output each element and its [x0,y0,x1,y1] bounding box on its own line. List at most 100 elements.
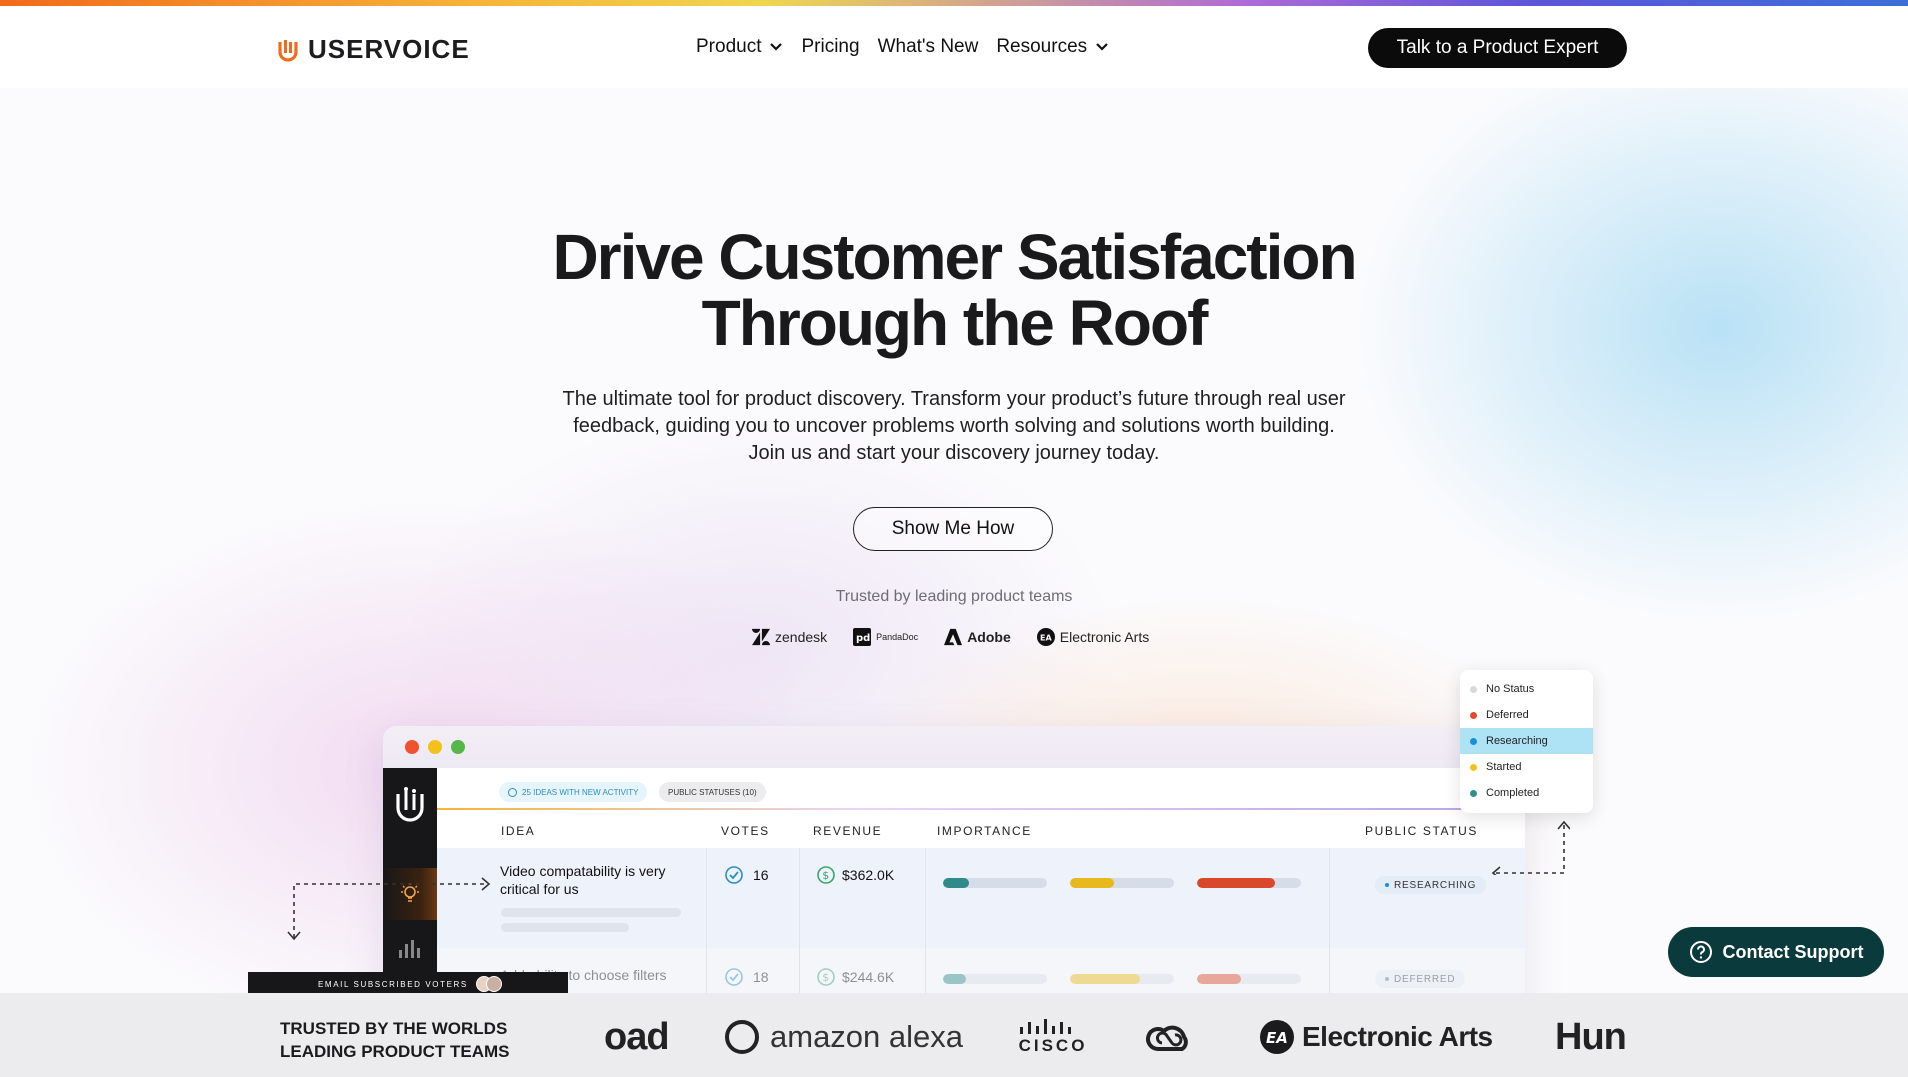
contact-support-label: Contact Support [1722,941,1864,962]
zendesk-logo-icon [752,628,770,646]
col-public-status[interactable]: PUBLIC STATUS [1365,824,1478,838]
adobe-logo-icon [944,628,963,646]
nav-pricing-label: Pricing [801,36,860,57]
trusted-band-title: TRUSTED BY THE WORLDS LEADING PRODUCT TE… [280,1017,510,1063]
importance-bar [1070,878,1174,888]
status-option-label: No Status [1486,683,1535,695]
uservoice-logo-icon [278,39,298,62]
header-divider [437,808,1497,810]
nav-product-label: Product [696,36,762,57]
row-idea-text: Video compatability is very critical for… [500,863,666,897]
logo-electronic-arts-large: EA Electronic Arts [1260,1010,1493,1064]
hero-title-line-1: Drive Customer Satisfaction [552,221,1357,293]
col-importance[interactable]: IMPORTANCE [937,824,1032,838]
status-option-label: Started [1486,761,1522,773]
logo-partial-hun: Hun [1555,1015,1627,1058]
status-badge[interactable]: RESEARCHING [1375,876,1487,894]
talk-to-expert-button[interactable]: Talk to a Product Expert [1368,28,1627,68]
public-statuses-chip[interactable]: PUBLIC STATUSES (10) [659,782,766,802]
logo-amazon-alexa-text: amazon alexa [770,1019,964,1054]
nav-whats-new[interactable]: What's New [878,36,979,58]
status-option-label: Researching [1486,735,1548,747]
importance-bar [1197,878,1301,888]
trusted-band-title-line-2: LEADING PRODUCT TEAMS [280,1042,510,1061]
help-circle-icon [1689,941,1712,963]
nav-product[interactable]: Product [696,36,783,58]
status-dot-icon [1470,711,1477,719]
logo-pandadoc: pd PandaDoc [853,628,918,646]
status-dot-icon [1385,883,1389,887]
row-votes: 16 [753,867,769,883]
status-dot-icon [1470,737,1477,745]
vote-check-icon [725,968,743,986]
pandadoc-logo-icon: pd [853,628,872,646]
status-badge-label: RESEARCHING [1394,879,1477,891]
hero-title-line-2: Through the Roof [701,287,1209,359]
nav-resources[interactable]: Resources [996,36,1109,58]
avatar [485,976,502,992]
dashed-connector-left-icon [287,877,491,941]
svg-text:$: $ [822,869,829,882]
status-option-label: Deferred [1486,709,1529,721]
row-revenue: $362.0K [842,867,895,883]
svg-text:pd: pd [856,633,870,644]
dollar-icon: $ [817,866,835,884]
trusted-logos-row: zendesk pd PandaDoc Adobe EA Electronic … [752,628,1149,646]
close-dot-icon [405,740,419,754]
dashed-connector-right-icon [1491,820,1570,875]
status-badge-label: DEFERRED [1394,973,1456,985]
status-option-deferred[interactable]: Deferred [1460,702,1593,728]
new-activity-chip-label: 25 IDEAS WITH NEW ACTIVITY [522,787,639,797]
check-circle-icon [508,787,517,797]
minimize-dot-icon [428,740,442,754]
chevron-down-icon [770,43,783,51]
placeholder-line [501,908,681,917]
contact-support-button[interactable]: Contact Support [1668,927,1884,977]
logo-adobe-text: Adobe [967,629,1011,645]
logo-ea-text: Electronic Arts [1059,629,1150,645]
hero-subtitle-line-1: The ultimate tool for product discovery.… [562,388,1346,410]
importance-bar [1197,974,1301,984]
cisco-bars-icon [1020,1019,1071,1034]
placeholder-line [501,923,629,932]
logo-cisco: cisco [1018,1010,1088,1064]
col-idea[interactable]: IDEA [501,824,535,838]
status-dot-icon [1385,977,1389,981]
logo-adobe: Adobe [944,628,1011,646]
status-dropdown-menu: No Status Deferred Researching Started C… [1460,670,1593,813]
mockup-main-table: 25 IDEAS WITH NEW ACTIVITY PUBLIC STATUS… [437,768,1525,1026]
new-activity-chip[interactable]: 25 IDEAS WITH NEW ACTIVITY [499,782,648,802]
status-option-researching[interactable]: Researching [1460,728,1593,754]
brand-name: USERVOICE [308,34,470,64]
logo-cisco-text: cisco [1018,1036,1088,1055]
status-dot-icon [1470,685,1477,693]
mockup-titlebar [383,726,1525,768]
row-revenue: $244.6K [842,969,895,985]
importance-bar [943,878,1047,888]
svg-text:$: $ [822,971,829,984]
status-dot-icon [1470,789,1477,797]
nav-pricing[interactable]: Pricing [801,36,859,58]
col-revenue[interactable]: REVENUE [813,824,882,838]
logo-electronic-arts: EA Electronic Arts [1036,628,1150,646]
logo-ea-large-text: Electronic Arts [1302,1021,1493,1052]
status-option-started[interactable]: Started [1460,754,1593,780]
status-badge[interactable]: DEFERRED [1375,970,1466,988]
status-dot-icon [1470,763,1477,771]
hero-subtitle-line-2: feedback, guiding you to uncover problem… [573,415,1335,437]
creative-cloud-icon [1146,1025,1188,1051]
brand-logo[interactable]: USERVOICE [278,34,470,65]
show-me-how-button[interactable]: Show Me How [853,507,1053,551]
trusted-caption: Trusted by leading product teams [835,588,1073,605]
trusted-band-title-line-1: TRUSTED BY THE WORLDS [280,1019,508,1038]
nav-whats-new-label: What's New [877,36,979,57]
ea-logo-icon: EA [1036,628,1055,646]
hero-subtitle: The ultimate tool for product discovery.… [504,386,1404,467]
logo-pandadoc-text: PandaDoc [876,632,919,642]
maximize-dot-icon [451,740,465,754]
col-votes[interactable]: VOTES [721,824,770,838]
alexa-ring-icon [725,1020,759,1054]
status-option-no-status[interactable]: No Status [1460,676,1593,702]
status-option-completed[interactable]: Completed [1460,780,1593,806]
vote-check-icon [725,866,743,884]
